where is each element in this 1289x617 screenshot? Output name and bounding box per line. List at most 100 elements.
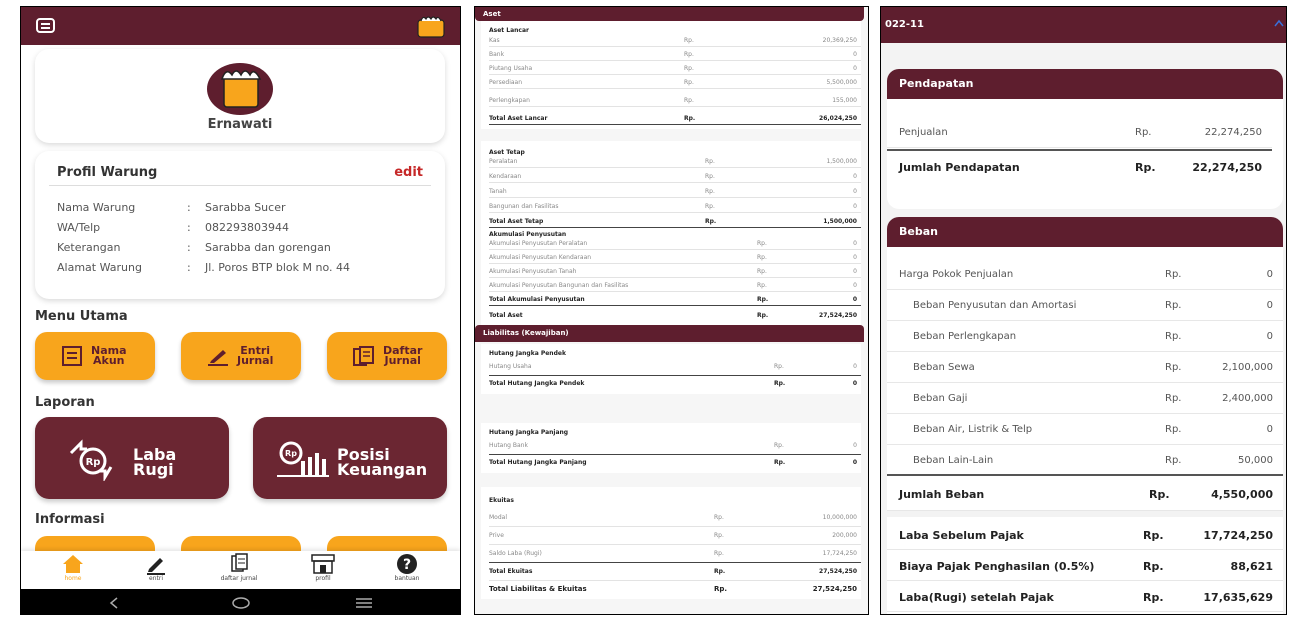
account-row: Prive Rp. 200,000 <box>489 527 861 545</box>
nav-label: home <box>64 575 82 582</box>
account-row: Beban Air, Listrik & Telp Rp. 0 <box>887 414 1283 445</box>
row-value: 2,400,000 <box>1222 393 1273 404</box>
svg-text:Rp: Rp <box>285 449 297 458</box>
row-label: Tanah <box>489 188 507 195</box>
profile-key: Alamat Warung <box>57 261 142 274</box>
laba-rugi-button[interactable]: Rp Laba Rugi <box>35 417 229 499</box>
row-value: 2,100,000 <box>1222 362 1273 373</box>
account-row: Bangunan dan Fasilitas Rp. 0 <box>489 201 861 213</box>
row-value: 27,524,250 <box>819 568 857 575</box>
account-row: Hutang Bank Rp. 0 <box>489 437 861 455</box>
row-label: Total Liabilitas & Ekuitas <box>489 585 587 593</box>
account-row: Peralatan Rp. 1,500,000 <box>489 156 861 168</box>
row-value: 1,500,000 <box>823 218 857 225</box>
edit-profile-link[interactable]: edit <box>394 165 423 180</box>
row-rp: Rp. <box>714 568 726 575</box>
row-rp: Rp. <box>705 203 715 210</box>
home-circle-icon[interactable] <box>231 597 251 609</box>
nav-profil[interactable]: profil <box>293 553 353 582</box>
row-label: Beban Penyusutan dan Amortasi <box>913 300 1077 311</box>
balance-chart-icon: Rp <box>277 441 329 477</box>
nav-label: profil <box>315 575 331 582</box>
ekuitas-block: Ekuitas Modal Rp. 10,000,000 Prive Rp. 200,0… <box>481 487 861 599</box>
row-label: Laba Sebelum Pajak <box>899 529 1024 542</box>
daftar-jurnal-button[interactable]: Daftar Jurnal <box>327 332 447 380</box>
row-value: 17,724,250 <box>1203 529 1273 542</box>
row-value: 0 <box>852 380 857 387</box>
row-rp: Rp. <box>1165 331 1182 342</box>
menu-section-title: Menu Utama <box>35 309 128 324</box>
label-line: Keuangan <box>337 460 428 479</box>
entri-jurnal-button[interactable]: Entri Jurnal <box>181 332 301 380</box>
row-rp: Rp. <box>714 514 724 521</box>
account-row: Kendaraan Rp. 0 <box>489 171 861 183</box>
row-label: Bangunan dan Fasilitas <box>489 203 559 210</box>
row-value: 0 <box>1266 300 1273 311</box>
row-label: Akumulasi Penyusutan Peralatan <box>489 240 588 247</box>
neraca-screen: Aset Aset Lancar Kas Rp. 20,369,250 Bank Rp… <box>474 6 869 615</box>
row-label: Piutang Usaha <box>489 65 533 72</box>
recents-icon[interactable] <box>355 598 373 608</box>
aset-lancar-title: Aset Lancar <box>489 27 529 34</box>
user-name: Ernawati <box>207 117 273 132</box>
total-row: Total Hutang Jangka Pendek Rp. 0 <box>489 378 861 390</box>
row-rp: Rp. <box>1135 161 1156 174</box>
nav-bantuan[interactable]: ? bantuan <box>377 553 437 582</box>
hjpj-title: Hutang Jangka Panjang <box>489 429 569 436</box>
akumulasi-title: Akumulasi Penyusutan <box>489 231 567 238</box>
row-rp: Rp. <box>684 115 696 122</box>
avatar <box>207 63 273 115</box>
reports-section-title: Laporan <box>35 395 95 410</box>
laba-rugi-screen: 022-11 Pendapatan Penjualan Rp. 22,274,250… <box>880 6 1287 615</box>
row-label: Beban Lain-Lain <box>913 455 994 466</box>
nav-entri[interactable]: entri <box>126 553 186 582</box>
home-screen: Ernawati Profil Warung edit Nama Warung:… <box>20 6 461 615</box>
row-label: Akumulasi Penyusutan Kendaraan <box>489 254 592 261</box>
account-row: Akumulasi Penyusutan Kendaraan Rp. 0 <box>489 252 861 264</box>
row-value: 0 <box>853 51 857 58</box>
chevron-up-icon[interactable] <box>1274 19 1284 27</box>
row-value: 22,274,250 <box>1192 161 1262 174</box>
row-label: Kas <box>489 37 500 44</box>
account-row: Kas Rp. 20,369,250 <box>489 35 861 47</box>
notebook-icon <box>62 346 82 366</box>
row-rp: Rp. <box>714 532 724 539</box>
row-label: Beban Air, Listrik & Telp <box>913 424 1033 435</box>
total-row: Total Aset Tetap Rp. 1,500,000 <box>489 216 861 228</box>
posisi-keuangan-button[interactable]: Rp Posisi Keuangan <box>253 417 447 499</box>
row-rp: Rp. <box>1165 269 1182 280</box>
row-label: Hutang Usaha <box>489 363 532 370</box>
account-row: Piutang Usaha Rp. 0 <box>489 63 861 75</box>
row-label: Peralatan <box>489 158 518 165</box>
nav-home[interactable]: home <box>43 553 103 582</box>
back-icon[interactable] <box>109 597 119 609</box>
row-rp: Rp. <box>757 240 767 247</box>
row-rp: Rp. <box>1143 560 1164 573</box>
label-line: Akun <box>93 354 125 367</box>
row-value: 26,024,250 <box>819 115 857 122</box>
svg-text:?: ? <box>403 557 411 573</box>
row-value: 0 <box>853 254 857 261</box>
profile-key: Keterangan <box>57 241 121 254</box>
document-list-icon <box>231 553 248 572</box>
row-label: Total Aset Tetap <box>489 218 544 225</box>
nav-daftar-jurnal[interactable]: daftar jurnal <box>209 553 269 582</box>
profile-value: Jl. Poros BTP blok M no. 44 <box>205 261 351 274</box>
row-rp: Rp. <box>774 459 786 466</box>
profile-key: Nama Warung <box>57 201 136 214</box>
row-value: 155,000 <box>832 97 857 104</box>
row-label: Bank <box>489 51 505 58</box>
nav-label: daftar jurnal <box>220 575 258 582</box>
menu-icon[interactable] <box>36 18 55 33</box>
account-row: Hutang Usaha Rp. 0 <box>489 358 861 376</box>
label-line: Jurnal <box>237 354 274 367</box>
account-row: Beban Lain-Lain Rp. 50,000 <box>887 445 1283 476</box>
total-row: Jumlah Pendapatan Rp. 22,274,250 <box>887 149 1272 180</box>
row-label: Total Aset <box>489 312 523 319</box>
row-label: Jumlah Beban <box>899 488 985 501</box>
row-value: 22,274,250 <box>1204 127 1262 138</box>
period-header: 022-11 <box>881 7 1286 43</box>
row-rp: Rp. <box>684 51 694 58</box>
nama-akun-button[interactable]: Nama Akun <box>35 332 155 380</box>
row-label: Persediaan <box>489 79 523 86</box>
